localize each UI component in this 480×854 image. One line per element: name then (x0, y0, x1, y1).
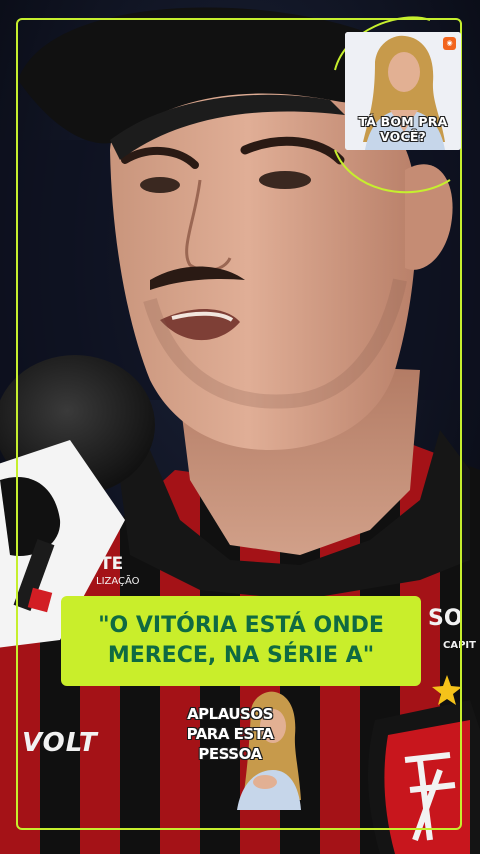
quote-line-2: MERECE, NA SÉRIE A" (107, 643, 375, 668)
quote-banner: "O VITÓRIA ESTÁ ONDE MERECE, NA SÉRIE A" (61, 596, 421, 686)
reaction-line-2: PARA ESTA (186, 725, 274, 743)
reaction-sticker: APLAUSOS PARA ESTA PESSOA (185, 690, 303, 810)
reaction-line-1: APLAUSOS (187, 705, 273, 723)
pip-caption: TÁ BOM PRA VOCÊ? (358, 114, 448, 144)
reaction-text: APLAUSOS PARA ESTA PESSOA (185, 704, 275, 764)
app-logo-icon: ◉ (443, 37, 456, 50)
pip-commentator: ◉ TÁ BOM PRA VOCÊ? (345, 32, 461, 150)
reaction-line-3: PESSOA (198, 745, 262, 763)
quote-line-1: "O VITÓRIA ESTÁ ONDE (98, 613, 384, 638)
